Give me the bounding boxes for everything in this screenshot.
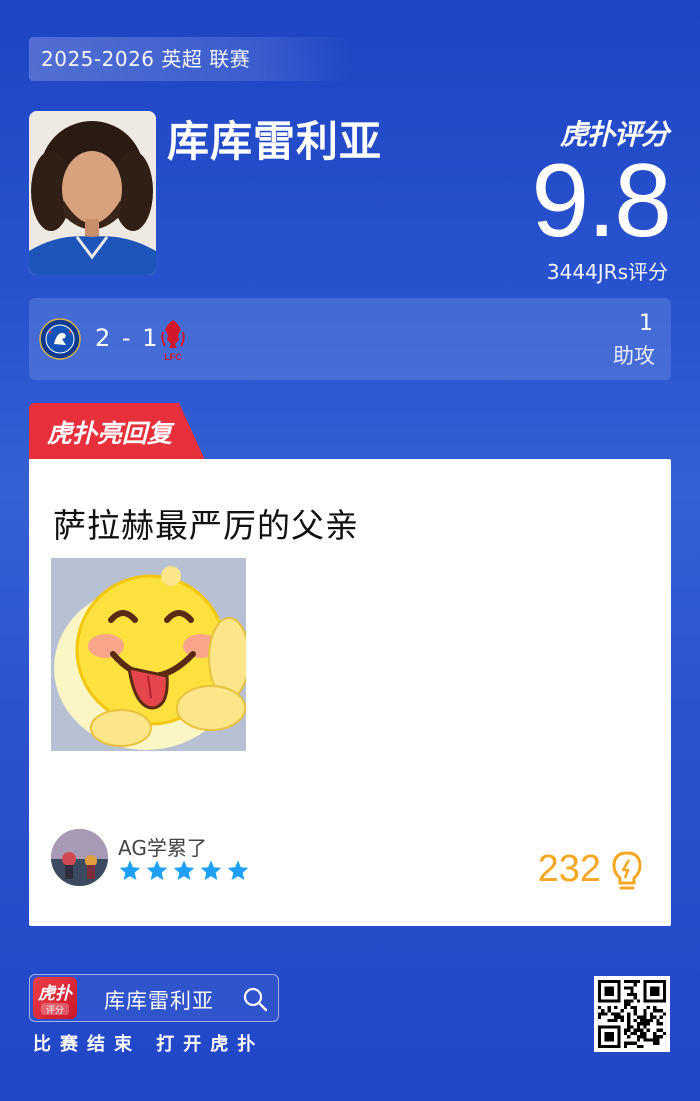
- match-score: 2 - 1: [95, 324, 160, 352]
- reply-text: 萨拉赫最严厉的父亲: [53, 506, 359, 545]
- player-avatar: [29, 111, 156, 275]
- like-count: 232: [537, 848, 601, 890]
- lightbulb-icon[interactable]: [610, 850, 644, 892]
- player-score: 9.8: [531, 143, 672, 259]
- search-query: 库库雷利亚: [104, 989, 214, 1013]
- search-icon[interactable]: [242, 986, 268, 1012]
- search-bar[interactable]: 虎扑 评分 库库雷利亚: [29, 974, 279, 1022]
- qr-code[interactable]: [594, 976, 670, 1052]
- user-avatar[interactable]: [51, 829, 108, 886]
- star-icon: [146, 860, 168, 880]
- svg-text:评分: 评分: [46, 1005, 64, 1016]
- highlight-reply-tag: 虎扑亮回复: [29, 403, 205, 460]
- rating-count: 3444JRs评分: [546, 260, 668, 284]
- player-name: 库库雷利亚: [167, 117, 383, 166]
- star-icon: [119, 860, 141, 880]
- hupu-app-icon: 虎扑 评分: [33, 977, 77, 1019]
- star-icon: [173, 860, 195, 880]
- assist-label: 助攻: [613, 344, 655, 368]
- footer-tagline: 比赛结束 打开虎扑: [33, 1034, 265, 1055]
- assist-count: 1: [639, 311, 653, 336]
- highlight-reply-card[interactable]: 萨拉赫最严厉的父亲 AG学累了 232: [29, 459, 671, 926]
- liverpool-crest-icon: LFC: [161, 320, 185, 362]
- chelsea-crest-icon: [39, 318, 81, 360]
- star-rating: [118, 859, 250, 883]
- star-icon: [227, 860, 249, 880]
- svg-text:虎扑: 虎扑: [37, 984, 74, 1004]
- username[interactable]: AG学累了: [118, 832, 207, 861]
- svg-text:虎扑亮回复: 虎扑亮回复: [47, 419, 175, 448]
- match-summary[interactable]: 2 - 1 LFC 1 助攻: [29, 298, 671, 380]
- star-icon: [200, 860, 222, 880]
- svg-text:LFC: LFC: [164, 352, 182, 362]
- season-label: 2025-2026 英超 联赛: [29, 37, 351, 81]
- reply-image[interactable]: [51, 558, 246, 751]
